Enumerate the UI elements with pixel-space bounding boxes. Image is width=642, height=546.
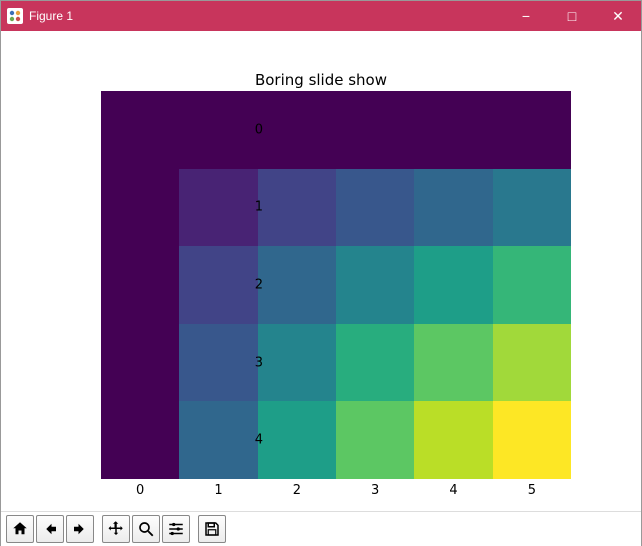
heatmap-cell: [258, 246, 336, 324]
heatmap-cell: [414, 91, 492, 169]
heatmap-cell: [258, 401, 336, 479]
heatmap-cell: [493, 169, 571, 247]
back-button[interactable]: [36, 515, 64, 543]
heatmap-cell: [414, 401, 492, 479]
magnifier-icon: [137, 520, 155, 538]
configure-button[interactable]: [162, 515, 190, 543]
heatmap-cell: [414, 246, 492, 324]
arrow-right-icon: [71, 520, 89, 538]
heatmap-cell: [336, 169, 414, 247]
arrow-left-icon: [41, 520, 59, 538]
home-button[interactable]: [6, 515, 34, 543]
heatmap-cell: [258, 169, 336, 247]
y-tick-label: 0: [167, 122, 263, 137]
maximize-button[interactable]: □: [549, 1, 595, 31]
y-tick-label: 3: [167, 355, 263, 370]
home-icon: [11, 520, 29, 538]
x-tick-label: 2: [293, 483, 301, 498]
heatmap-cell: [336, 401, 414, 479]
heatmap-cell: [414, 324, 492, 402]
y-tick-label: 1: [167, 200, 263, 215]
window-title: Figure 1: [29, 9, 503, 23]
x-tick-label: 1: [214, 483, 222, 498]
x-tick-label: 0: [136, 483, 144, 498]
x-tick-label: 3: [371, 483, 379, 498]
zoom-button[interactable]: [132, 515, 160, 543]
forward-button[interactable]: [66, 515, 94, 543]
heatmap-cell: [493, 246, 571, 324]
y-tick-label: 2: [167, 278, 263, 293]
floppy-disk-icon: [203, 520, 221, 538]
minimize-button[interactable]: −: [503, 1, 549, 31]
heatmap-cell: [336, 324, 414, 402]
window-titlebar: Figure 1 − □ ✕: [1, 1, 641, 31]
sliders-icon: [167, 520, 185, 538]
x-tick-label: 4: [449, 483, 457, 498]
move-icon: [107, 520, 125, 538]
heatmap-cell: [414, 169, 492, 247]
heatmap-cell: [493, 401, 571, 479]
figure-canvas: Boring slide show 0 1 2 3 4 0 1 2 3 4 5: [1, 31, 641, 511]
heatmap-cell: [336, 91, 414, 169]
window-controls: − □ ✕: [503, 1, 641, 31]
heatmap-cell: [336, 246, 414, 324]
matplotlib-toolbar: [1, 511, 641, 546]
heatmap-cell: [258, 91, 336, 169]
x-tick-label: 5: [528, 483, 536, 498]
heatmap-cell: [493, 324, 571, 402]
close-button[interactable]: ✕: [595, 1, 641, 31]
y-tick-label: 4: [167, 433, 263, 448]
save-button[interactable]: [198, 515, 226, 543]
heatmap-cell: [493, 91, 571, 169]
app-icon: [7, 8, 23, 24]
pan-button[interactable]: [102, 515, 130, 543]
heatmap-cell: [258, 324, 336, 402]
chart-title: Boring slide show: [1, 71, 641, 89]
